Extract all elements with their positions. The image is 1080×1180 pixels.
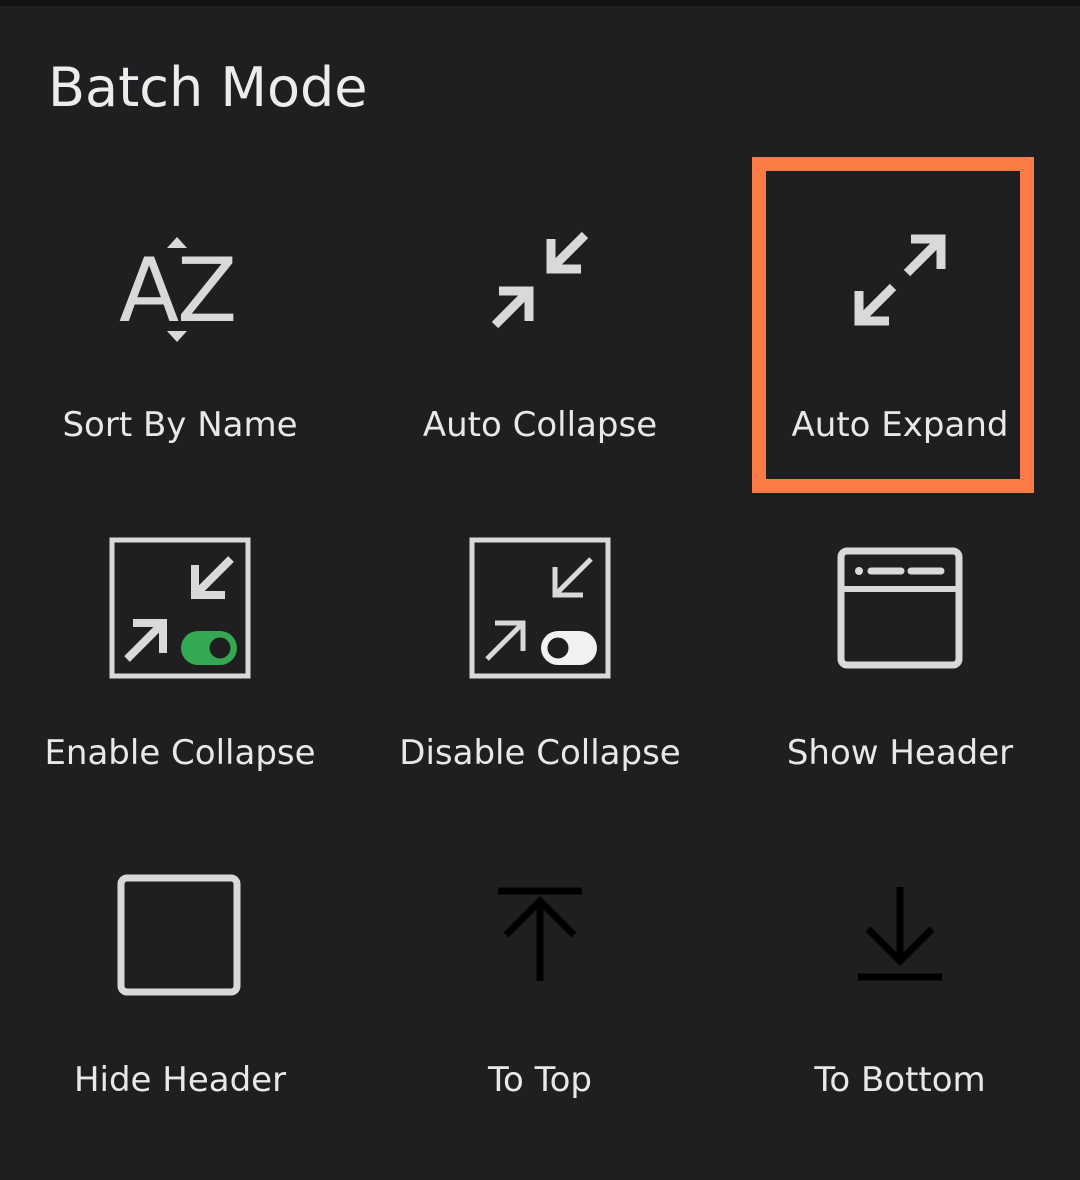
disable-collapse-button[interactable]: Disable Collapse xyxy=(360,533,720,853)
sort-by-name-label: Sort By Name xyxy=(62,405,298,445)
enable-collapse-label: Enable Collapse xyxy=(44,733,316,773)
arrow-to-top-icon xyxy=(360,860,720,1010)
to-top-button[interactable]: To Top xyxy=(360,860,720,1180)
arrow-to-bottom-icon xyxy=(720,860,1080,1010)
to-top-label: To Top xyxy=(488,1060,592,1100)
hide-header-label: Hide Header xyxy=(73,1060,287,1100)
show-header-label: Show Header xyxy=(786,733,1014,773)
to-bottom-label: To Bottom xyxy=(814,1060,986,1100)
expand-arrows-icon xyxy=(720,205,1080,355)
collapse-toggle-off-icon xyxy=(360,533,720,683)
window-header-icon xyxy=(720,533,1080,683)
sort-az-icon: A Z xyxy=(0,205,360,355)
blank-window-icon xyxy=(0,860,360,1010)
enable-collapse-button[interactable]: Enable Collapse xyxy=(0,533,360,853)
collapse-toggle-on-icon xyxy=(0,533,360,683)
auto-expand-button[interactable]: Auto Expand xyxy=(720,205,1080,525)
batch-action-grid: A Z Sort By Name Auto Collapse Auto Expa… xyxy=(0,0,1080,1138)
sort-by-name-button[interactable]: A Z Sort By Name xyxy=(0,205,360,525)
auto-collapse-label: Auto Collapse xyxy=(422,405,658,445)
disable-collapse-label: Disable Collapse xyxy=(399,733,681,773)
collapse-arrows-icon xyxy=(360,205,720,355)
show-header-button[interactable]: Show Header xyxy=(720,533,1080,853)
auto-collapse-button[interactable]: Auto Collapse xyxy=(360,205,720,525)
auto-expand-label: Auto Expand xyxy=(791,405,1009,445)
svg-text:A: A xyxy=(119,239,179,342)
to-bottom-button[interactable]: To Bottom xyxy=(720,860,1080,1180)
svg-text:Z: Z xyxy=(177,239,237,342)
hide-header-button[interactable]: Hide Header xyxy=(0,860,360,1180)
